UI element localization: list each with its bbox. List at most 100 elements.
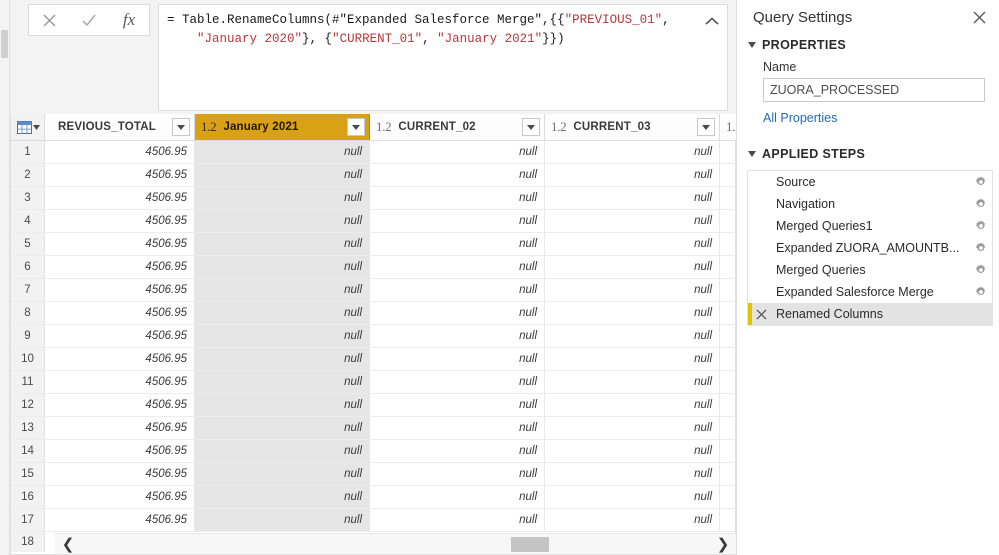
table-cell[interactable]: null [545,233,720,255]
table-row[interactable]: 17 4506.95 null null null [11,509,737,532]
horizontal-scrollbar[interactable]: ❮ ❯ [55,533,736,554]
table-cell[interactable]: 4506.95 [45,394,195,416]
select-all-cell[interactable] [11,114,45,140]
table-cell[interactable]: null [545,302,720,324]
queries-pane-collapsed[interactable] [0,0,10,555]
table-cell[interactable]: null [370,233,545,255]
gear-icon[interactable] [970,198,992,210]
table-cell[interactable]: null [195,279,370,301]
table-row[interactable]: 5 4506.95 null null null [11,233,737,256]
applied-step-item[interactable]: Merged Queries1 [748,215,992,237]
table-cell[interactable]: null [195,256,370,278]
table-cell[interactable] [720,325,737,347]
table-cell[interactable]: 4506.95 [45,417,195,439]
table-cell[interactable] [720,348,737,370]
table-cell[interactable]: null [545,509,720,531]
table-cell[interactable]: null [545,463,720,485]
formula-input[interactable]: = Table.RenameColumns(#"Expanded Salesfo… [158,4,728,111]
column-filter-dropdown[interactable] [347,118,365,136]
horizontal-scroll-thumb[interactable] [511,536,549,552]
table-row[interactable]: 13 4506.95 null null null [11,417,737,440]
table-cell[interactable] [720,302,737,324]
table-cell[interactable]: 4506.95 [45,440,195,462]
table-row[interactable]: 15 4506.95 null null null [11,463,737,486]
table-cell[interactable]: null [545,187,720,209]
column-header[interactable]: 1.2 January 2021 [195,114,370,140]
gear-icon[interactable] [970,220,992,232]
column-header[interactable]: 1.2 CURRENT_03 [545,114,720,140]
queries-pane-handle[interactable] [1,30,8,58]
column-header[interactable]: REVIOUS_TOTAL [45,114,195,140]
table-cell[interactable] [720,463,737,485]
column-filter-dropdown[interactable] [172,118,190,136]
table-cell[interactable]: 4506.95 [45,302,195,324]
table-row[interactable]: 10 4506.95 null null null [11,348,737,371]
horizontal-scroll-track[interactable] [81,534,710,555]
table-cell[interactable]: null [370,371,545,393]
gear-icon[interactable] [970,176,992,188]
table-cell[interactable]: null [370,325,545,347]
column-header[interactable]: 1.2 CURRENT_02 [370,114,545,140]
table-row[interactable]: 12 4506.95 null null null [11,394,737,417]
column-filter-dropdown[interactable] [522,118,540,136]
properties-section-toggle[interactable]: PROPERTIES [737,38,846,52]
all-properties-link[interactable]: All Properties [763,111,837,125]
table-row[interactable]: 14 4506.95 null null null [11,440,737,463]
table-cell[interactable]: null [370,210,545,232]
table-cell[interactable] [720,509,737,531]
applied-step-item[interactable]: Renamed Columns [748,303,992,325]
table-cell[interactable] [720,164,737,186]
insert-step-button[interactable]: fx [109,5,149,35]
table-cell[interactable]: 4506.95 [45,141,195,163]
table-cell[interactable]: null [195,325,370,347]
table-cell[interactable] [720,187,737,209]
table-cell[interactable]: null [370,141,545,163]
scroll-right-button[interactable]: ❯ [710,534,736,555]
applied-step-item[interactable]: Source [748,171,992,193]
table-row[interactable]: 8 4506.95 null null null [11,302,737,325]
table-cell[interactable]: 4506.95 [45,187,195,209]
table-cell[interactable]: null [370,348,545,370]
table-cell[interactable]: null [370,256,545,278]
table-cell[interactable]: null [545,325,720,347]
table-cell[interactable] [720,417,737,439]
table-cell[interactable]: null [370,417,545,439]
table-cell[interactable]: null [195,463,370,485]
table-cell[interactable]: null [370,509,545,531]
table-cell[interactable]: null [370,440,545,462]
scroll-left-button[interactable]: ❮ [55,534,81,555]
table-cell[interactable] [720,256,737,278]
table-cell[interactable]: null [195,509,370,531]
table-cell[interactable] [720,233,737,255]
table-cell[interactable]: null [370,394,545,416]
table-cell[interactable]: null [370,463,545,485]
query-name-input[interactable] [763,78,985,102]
table-row[interactable]: 3 4506.95 null null null [11,187,737,210]
table-cell[interactable]: 4506.95 [45,371,195,393]
table-cell[interactable]: null [195,440,370,462]
table-cell[interactable]: null [195,302,370,324]
table-cell[interactable]: 4506.95 [45,486,195,508]
table-cell[interactable]: 4506.95 [45,463,195,485]
table-cell[interactable]: null [195,394,370,416]
applied-step-item[interactable]: Merged Queries [748,259,992,281]
table-cell[interactable]: null [195,417,370,439]
accept-formula-button[interactable] [69,5,109,35]
table-cell[interactable]: null [545,348,720,370]
table-cell[interactable]: 4506.95 [45,279,195,301]
applied-step-item[interactable]: Expanded Salesforce Merge [748,281,992,303]
close-query-settings-button[interactable] [968,6,990,28]
table-row[interactable]: 16 4506.95 null null null [11,486,737,509]
table-row[interactable]: 4 4506.95 null null null [11,210,737,233]
table-cell[interactable]: null [545,394,720,416]
collapse-formula-bar-button[interactable] [703,12,721,30]
table-cell[interactable]: null [545,440,720,462]
applied-step-item[interactable]: Navigation [748,193,992,215]
column-filter-dropdown[interactable] [697,118,715,136]
gear-icon[interactable] [970,242,992,254]
table-cell[interactable]: null [370,486,545,508]
applied-step-item[interactable]: Expanded ZUORA_AMOUNTB... [748,237,992,259]
table-cell[interactable] [720,371,737,393]
table-cell[interactable]: null [195,210,370,232]
table-cell[interactable]: null [370,302,545,324]
